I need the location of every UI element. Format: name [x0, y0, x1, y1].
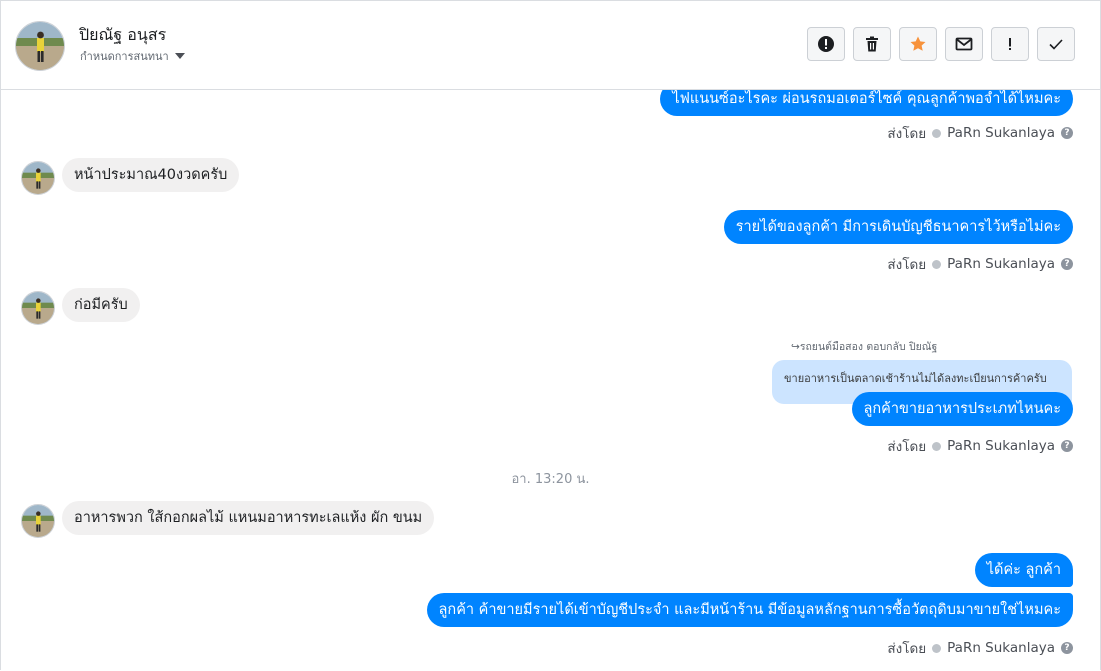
conversation-label-dropdown[interactable]: กำหนดการสนทนา	[80, 47, 185, 65]
help-icon[interactable]: ?	[1061, 440, 1073, 452]
sent-by-prefix: ส่งโดย	[887, 257, 927, 273]
contact-avatar-small[interactable]	[21, 504, 55, 538]
contact-avatar-small[interactable]	[21, 161, 55, 195]
contact-avatar[interactable]	[15, 21, 65, 71]
caret-down-icon	[174, 53, 185, 59]
incoming-message: หน้าประมาณ40งวดครับ	[62, 158, 240, 192]
star-icon	[910, 36, 926, 51]
sent-by-prefix: ส่งโดย	[887, 126, 927, 142]
help-icon[interactable]: ?	[1061, 642, 1073, 654]
incoming-message: อาหารพวก ใส้กอกผลไม้ แหนมอาหารทะเลแห้ง ผ…	[62, 501, 435, 535]
outgoing-message: ไฟแนนซ์อะไรคะ ผ่อนรถมอเตอร์ไซค์ คุณลูกค้…	[660, 90, 1073, 116]
incoming-message: ก่อมีครับ	[62, 288, 140, 322]
envelope-icon	[955, 37, 973, 51]
timestamp-divider: อา. 13:20 น.	[511, 472, 590, 487]
sent-check-icon	[932, 128, 942, 138]
contact-name[interactable]: ปิยณัฐ อนุสร	[79, 23, 166, 48]
sent-by-agent[interactable]: PaRn Sukanlaya	[947, 125, 1055, 141]
important-button[interactable]	[991, 27, 1029, 61]
outgoing-message: ลูกค้าขายอาหารประเภทไหนคะ	[851, 392, 1073, 426]
inbox-conversation-panel: ปิยณัฐ อนุสร กำหนดการสนทนา ไฟแนนซ์อะไรคะ…	[0, 0, 1101, 670]
trash-icon	[866, 36, 878, 52]
sent-by-prefix: ส่งโดย	[887, 439, 927, 455]
sent-by-line: ส่งโดย PaRn Sukanlaya ?	[887, 435, 1073, 457]
sent-by-line: ส่งโดย PaRn Sukanlaya ?	[887, 253, 1073, 275]
avatar-photo	[22, 292, 54, 324]
reply-context-label: ↪รถยนต์มือสอง ตอบกลับ ปิยณัฐ	[791, 341, 938, 353]
sent-by-agent[interactable]: PaRn Sukanlaya	[947, 438, 1055, 454]
avatar-photo	[22, 162, 54, 194]
sent-by-agent[interactable]: PaRn Sukanlaya	[947, 640, 1055, 656]
star-button[interactable]	[899, 27, 937, 61]
conversation-header: ปิยณัฐ อนุสร กำหนดการสนทนา	[1, 1, 1100, 90]
sent-check-icon	[932, 441, 942, 451]
sent-by-prefix: ส่งโดย	[887, 641, 927, 657]
sent-check-icon	[932, 259, 942, 269]
sent-by-line: ส่งโดย PaRn Sukanlaya ?	[887, 637, 1073, 659]
check-icon	[1049, 39, 1063, 50]
exclamation-icon	[1009, 38, 1011, 50]
help-icon[interactable]: ?	[1061, 258, 1073, 270]
help-icon[interactable]: ?	[1061, 127, 1073, 139]
outgoing-message: ลูกค้า ค้าขายมีรายได้เข้าบัญชีประจำ และม…	[426, 593, 1073, 627]
exclamation-circle-icon	[818, 36, 834, 52]
header-actions	[807, 27, 1075, 61]
sent-by-agent[interactable]: PaRn Sukanlaya	[947, 256, 1055, 272]
conversation-label-text: กำหนดการสนทนา	[80, 50, 169, 63]
message-thread[interactable]: ไฟแนนซ์อะไรคะ ผ่อนรถมอเตอร์ไซค์ คุณลูกค้…	[1, 90, 1100, 670]
report-button[interactable]	[807, 27, 845, 61]
avatar-photo	[16, 22, 64, 70]
reply-arrow-icon: ↪	[791, 341, 800, 353]
outgoing-message: รายได้ของลูกค้า มีการเดินบัญชีธนาคารไว้ห…	[723, 210, 1073, 244]
outgoing-message: ได้ค่ะ ลูกค้า	[974, 553, 1073, 587]
contact-avatar-small[interactable]	[21, 291, 55, 325]
done-button[interactable]	[1037, 27, 1075, 61]
mark-unread-button[interactable]	[945, 27, 983, 61]
delete-button[interactable]	[853, 27, 891, 61]
avatar-photo	[22, 505, 54, 537]
sent-check-icon	[932, 643, 942, 653]
sent-by-line: ส่งโดย PaRn Sukanlaya ?	[887, 122, 1073, 144]
